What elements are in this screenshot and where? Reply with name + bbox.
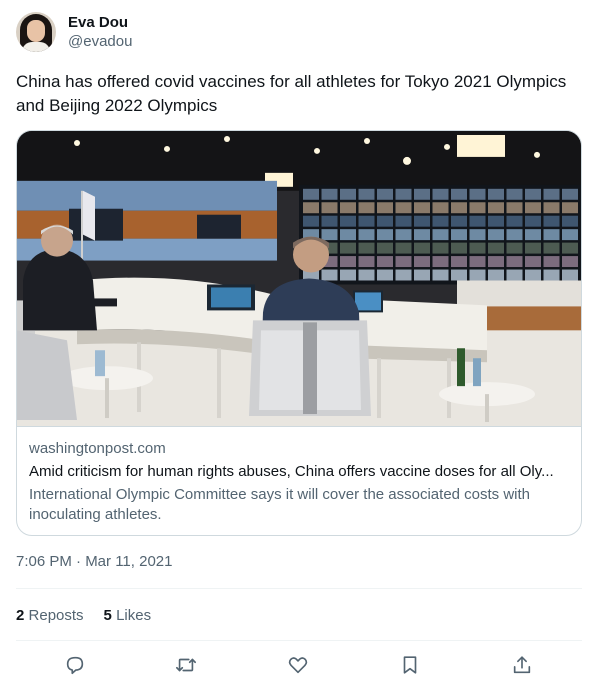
like-icon[interactable]: [287, 654, 309, 676]
likes-label: Likes: [116, 607, 152, 624]
likes-count: 5: [103, 607, 112, 624]
card-image: [17, 131, 581, 427]
bookmark-icon[interactable]: [399, 654, 421, 676]
tweet-timestamp[interactable]: 7:06 PM · Mar 11, 2021: [16, 552, 172, 572]
action-bar: [0, 646, 598, 684]
share-icon[interactable]: [511, 654, 533, 676]
reply-icon[interactable]: [64, 654, 86, 676]
card-description: International Olympic Committee says it …: [29, 486, 531, 523]
tweet-header: Eva Dou @evadou: [16, 12, 132, 52]
avatar[interactable]: [16, 12, 56, 52]
reposts-stat[interactable]: 2 Reposts: [16, 606, 84, 626]
card-title: Amid criticism for human rights abuses, …: [29, 463, 554, 480]
link-card[interactable]: washingtonpost.com Amid criticism for hu…: [16, 130, 582, 536]
reposts-label: Reposts: [28, 607, 84, 624]
divider: [16, 640, 582, 641]
tweet-stats: 2 Reposts 5 Likes: [16, 606, 151, 626]
likes-stat[interactable]: 5 Likes: [104, 606, 152, 626]
author-handle[interactable]: @evadou: [68, 32, 132, 51]
author-name[interactable]: Eva Dou: [68, 13, 132, 32]
divider: [16, 588, 582, 589]
reposts-count: 2: [16, 607, 25, 624]
tweet-text: China has offered covid vaccines for all…: [16, 72, 567, 115]
repost-icon[interactable]: [175, 654, 197, 676]
card-domain: washingtonpost.com: [29, 440, 166, 457]
